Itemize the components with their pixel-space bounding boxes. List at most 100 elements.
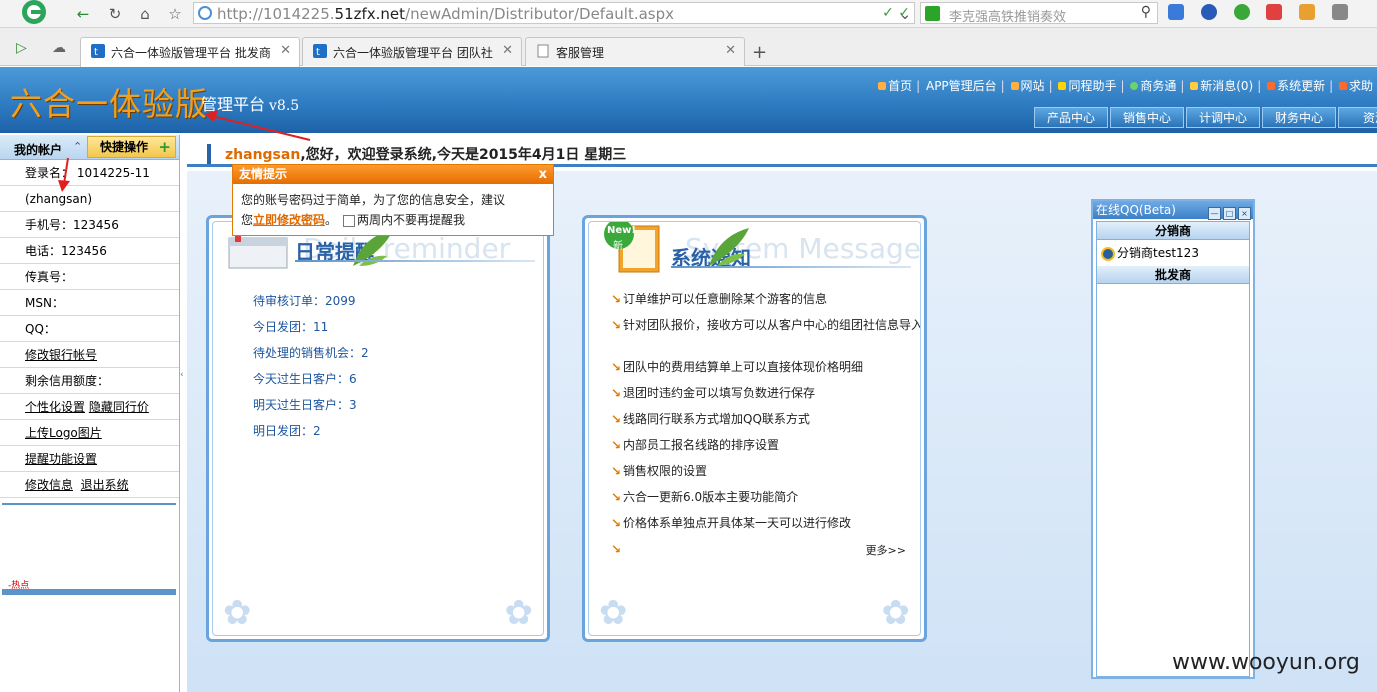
maximize-icon[interactable]: □ — [1223, 207, 1236, 220]
nav-finance-center[interactable]: 财务中心 — [1262, 107, 1336, 128]
account-actions-row: 修改信息 退出系统 — [0, 472, 179, 498]
home-icon[interactable]: ⌂ — [134, 3, 156, 25]
business-link[interactable]: 商务通 — [1130, 79, 1176, 93]
back-icon[interactable]: ← — [72, 3, 94, 25]
close-icon[interactable]: ✕ — [725, 43, 736, 58]
nav-resources[interactable]: 资源 — [1338, 107, 1377, 128]
collapse-icon[interactable]: ⌃ — [73, 140, 82, 153]
qq-contact[interactable]: 分销商test123 — [1097, 240, 1249, 266]
edit-bank-account-link[interactable]: 修改银行帐号 — [25, 348, 97, 362]
update-icon — [1267, 82, 1276, 90]
close-icon[interactable]: ✕ — [280, 43, 291, 58]
reminder-item[interactable]: 今日发团：11 — [253, 318, 328, 335]
nav-sales-center[interactable]: 销售中心 — [1110, 107, 1184, 128]
arrow-icon: ↘ — [611, 516, 622, 530]
search-icon[interactable]: ⚲ — [1141, 4, 1151, 20]
help-link[interactable]: 求助 — [1338, 79, 1373, 93]
watermark: www.wooyun.org — [1172, 650, 1360, 675]
notice-item[interactable]: ↘ 价格体系单独点开具体某一天可以进行修改 — [611, 516, 920, 531]
bank-account-row: 修改银行帐号 — [0, 342, 179, 368]
tab-label: 客服管理 — [556, 46, 605, 60]
qq-section-distributor[interactable]: 分销商 — [1097, 222, 1249, 240]
notice-item[interactable]: ↘ 销售权限的设置 — [611, 464, 920, 479]
dont-remind-label: 两周内不要再提醒我 — [357, 213, 466, 227]
tab-my-account[interactable]: 我的帐户 — [14, 141, 62, 158]
reminder-item[interactable]: 明日发团：2 — [253, 422, 321, 439]
dont-remind-checkbox[interactable] — [343, 214, 356, 227]
tab-wholesaler[interactable]: t 六合一体验版管理平台 批发商 ✕ — [80, 37, 300, 67]
notice-item[interactable]: ↘ 针对团队报价，接收方可以从客户中心的组团社信息导入 — [611, 318, 920, 333]
notice-item[interactable]: ↘ 六合一更新6.0版本主要功能简介 — [611, 490, 920, 505]
search-engine-icon[interactable] — [925, 6, 940, 21]
notice-item[interactable]: ↘ 线路同行联系方式增加QQ联系方式 — [611, 412, 920, 427]
popup-close-button[interactable]: x — [539, 165, 547, 184]
weather-icon[interactable] — [1200, 4, 1217, 20]
page-icon — [537, 44, 549, 58]
menu-icon[interactable] — [1332, 4, 1349, 20]
sidebar-toggle-icon[interactable]: ▷ — [16, 40, 27, 56]
system-notice-panel: New! 新 System Message 系统通知 ↘ 订单维护可以任意删除某个… — [582, 215, 927, 642]
tab-label: 六合一体验版管理平台 批发商 — [111, 46, 271, 60]
personalize-link[interactable]: 个性化设置 — [25, 400, 85, 414]
popup-message: 您的账号密码过于简单，为了您的信息安全，建议 — [241, 193, 506, 207]
close-icon[interactable]: ✕ — [502, 43, 513, 58]
site-header: 六合一体验版 管理平台 v8.5 首页 | APP管理后台 | 网站 | 同程助手 | 商… — [0, 67, 1377, 133]
tab-team[interactable]: t 六合一体验版管理平台 团队社 ✕ — [302, 37, 522, 66]
app-admin-link[interactable]: APP管理后台 — [926, 79, 997, 93]
browser-toolbar: ← ↻ ⌂ ☆ http://1014225.51zfx.net/newAdmi… — [0, 0, 1377, 28]
upload-logo-link[interactable]: 上传Logo图片 — [25, 426, 102, 440]
shield-icon[interactable] — [1233, 4, 1250, 20]
home-link[interactable]: 首页 — [878, 79, 912, 93]
qq-section-wholesaler[interactable]: 批发商 — [1097, 266, 1249, 284]
qq-penguin-icon — [1101, 246, 1115, 261]
game-icon[interactable] — [1299, 4, 1316, 20]
username-row: (zhangsan) — [0, 186, 179, 212]
sidebar-resize-handle[interactable]: ‹ — [180, 355, 186, 395]
site-favicon-icon: t — [91, 44, 105, 58]
reminder-item[interactable]: 待处理的销售机会：2 — [253, 344, 369, 361]
arrow-icon: ↘ — [611, 490, 622, 504]
tab-customer-service[interactable]: 客服管理 ✕ — [525, 37, 745, 66]
search-input[interactable]: 李克强高铁推销奏效 ⚲ — [920, 2, 1158, 25]
reminder-item[interactable]: 明天过生日客户：3 — [253, 396, 357, 413]
update-link[interactable]: 系统更新 — [1267, 79, 1325, 93]
reminder-item[interactable]: 待审核订单：2099 — [253, 292, 356, 309]
nav-product-center[interactable]: 产品中心 — [1034, 107, 1108, 128]
notice-item[interactable]: ↘ 退团时违约金可以填写负数进行保存 — [611, 386, 920, 401]
favorite-star-icon[interactable]: ☆ — [164, 3, 186, 25]
sidebar-footer-bar — [2, 589, 176, 595]
change-password-link[interactable]: 立即修改密码 — [253, 213, 325, 227]
svg-text:t: t — [316, 47, 320, 58]
address-input[interactable]: http://1014225.51zfx.net/newAdmin/Distri… — [193, 2, 915, 24]
adblock-icon[interactable] — [1266, 4, 1283, 20]
star-icon — [1058, 82, 1067, 90]
cloud-icon[interactable]: ☁ — [52, 40, 66, 56]
website-link[interactable]: 网站 — [1010, 79, 1045, 93]
logout-link[interactable]: 退出系统 — [81, 478, 129, 492]
more-link[interactable]: 更多>> — [866, 542, 906, 558]
assistant-link[interactable]: 同程助手 — [1058, 79, 1116, 93]
arrow-icon: ↘ — [611, 292, 622, 306]
new-badge-sub: 新 — [613, 241, 623, 252]
new-tab-button[interactable]: + — [752, 42, 767, 63]
notice-item[interactable]: ↘ 订单维护可以任意删除某个游客的信息 — [611, 292, 920, 307]
nav-dispatch-center[interactable]: 计调中心 — [1186, 107, 1260, 128]
notice-item[interactable]: ↘ 团队中的费用结算单上可以直接体现价格明细 — [611, 360, 920, 375]
edit-info-link[interactable]: 修改信息 — [25, 478, 73, 492]
notice-item[interactable]: ↘ 内部员工报名线路的排序设置 — [611, 438, 920, 453]
refresh-icon[interactable]: ↻ — [104, 3, 126, 25]
reminder-item[interactable]: 今天过生日客户：6 — [253, 370, 357, 387]
plus-icon: + — [158, 138, 171, 156]
website-icon — [1010, 82, 1019, 90]
messages-link[interactable]: 新消息(0) — [1190, 79, 1253, 93]
leaf-decoration-icon — [709, 228, 749, 266]
minimize-icon[interactable]: — — [1208, 207, 1221, 220]
hide-peer-price-link[interactable]: 隐藏同行价 — [89, 400, 149, 414]
close-icon[interactable]: × — [1238, 207, 1251, 220]
remind-settings-link[interactable]: 提醒功能设置 — [25, 452, 97, 466]
browser-logo-icon[interactable] — [10, 0, 58, 26]
address-dropdown-icon[interactable]: ⌄ — [894, 3, 916, 25]
tab-quick-actions[interactable]: 快捷操作 + — [87, 136, 176, 158]
remind-row: 提醒功能设置 — [0, 446, 179, 472]
apps-icon[interactable] — [1168, 4, 1184, 20]
